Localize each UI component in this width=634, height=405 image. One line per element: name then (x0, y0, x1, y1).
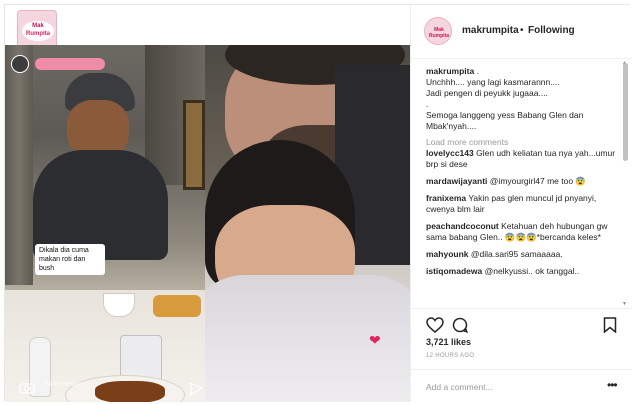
story-caption: Dikala dia cuma makan roti dan bush (35, 244, 105, 275)
camera-icon[interactable] (19, 382, 35, 394)
comment: peachandcoconut Ketahuan deh hubungan gw… (426, 221, 620, 243)
story-username-blurred (35, 58, 105, 70)
scroll-down-arrow-icon[interactable]: ▼ (622, 301, 627, 307)
comment: mardawijayanti @imyourgirl47 me too 😨 (426, 176, 620, 187)
comment-username[interactable]: istiqomadewa (426, 266, 482, 276)
caption-line: . (476, 66, 479, 76)
load-more-comments[interactable]: Load more comments (426, 137, 620, 148)
post-caption: makrumpita . Unchhh.... yang lagi kasmar… (426, 66, 620, 132)
story-avatar (11, 55, 29, 73)
likes-count[interactable]: 3,721 likes (426, 337, 471, 347)
caption-line: . (426, 99, 429, 109)
comment-username[interactable]: mahyounk (426, 249, 469, 259)
comment-bubble-icon[interactable] (452, 317, 468, 333)
curtain (5, 45, 33, 285)
brand-logo: Mak Rumpita (17, 10, 57, 50)
post-sidebar: Mak Rumpita makrumpita • Following makru… (410, 5, 632, 402)
caption-line: Mbak'nyah.... (426, 121, 477, 131)
post-header: Mak Rumpita makrumpita • Following (411, 5, 632, 59)
like-heart-icon[interactable] (426, 317, 444, 333)
comments-scrollbar[interactable] (623, 63, 628, 161)
caption-line: Unchhh.... yang lagi kasmarannn.... (426, 77, 560, 87)
comment-username[interactable]: franixema (426, 193, 466, 203)
comment-username[interactable]: lovelycc143 (426, 148, 474, 158)
add-comment-bar: Add a comment... ••• (411, 369, 632, 402)
comment-username[interactable]: mardawijayanti (426, 176, 487, 186)
comment: mahyounk @dila.sari95 samaaaaa. (426, 249, 620, 260)
comment: istiqomadewa @nelkyussi.. ok tanggal.. (426, 266, 620, 277)
post-timestamp: 12 HOURS AGO (426, 353, 475, 359)
logo-text-2: Rumpita (26, 31, 50, 37)
avatar[interactable]: Mak Rumpita (424, 17, 452, 45)
send-icon[interactable] (189, 382, 203, 396)
story-screenshot-left (5, 45, 205, 402)
caption-line: Semoga langgeng yess Babang Glen dan (426, 110, 584, 120)
comments-list[interactable]: makrumpita . Unchhh.... yang lagi kasmar… (411, 60, 632, 308)
post-media[interactable]: Mak Rumpita Dikala dia cuma makan roti d… (5, 5, 410, 402)
comment-text: @dila.sari95 samaaaaa. (470, 249, 563, 259)
teacup (103, 293, 135, 317)
comment: franixema Yakin pas glen muncul jd pnyan… (426, 193, 620, 215)
add-comment-input[interactable]: Add a comment... (426, 382, 493, 392)
comment-text: @imyourgirl47 me too 😨 (489, 176, 587, 186)
avatar-text: Mak Rumpita (429, 27, 449, 39)
story-reply-hint[interactable]: Kirim pesan (45, 381, 82, 388)
comment-username[interactable]: peachandcoconut (426, 221, 499, 231)
header-separator: • (520, 25, 524, 36)
comment-text: @nelkyussi.. ok tanggal.. (484, 266, 580, 276)
more-options-icon[interactable]: ••• (607, 378, 618, 392)
following-button[interactable]: Following (528, 25, 575, 36)
toast (153, 295, 201, 317)
caption-username[interactable]: makrumpita (426, 66, 474, 76)
header-username[interactable]: makrumpita (462, 25, 519, 36)
heart-icon: ❤ (369, 332, 381, 348)
action-bar (411, 308, 632, 340)
comment: lovelycc143 Glen udh keliatan tua nya ya… (426, 148, 620, 170)
bookmark-icon[interactable] (603, 317, 617, 333)
food (95, 381, 165, 402)
picture-frame (183, 100, 205, 190)
caption-line: Jadi pengen di peyukk jugaaa.... (426, 88, 548, 98)
logo-text-1: Mak (32, 23, 44, 29)
instagram-post: Mak Rumpita Dikala dia cuma makan roti d… (4, 4, 632, 402)
